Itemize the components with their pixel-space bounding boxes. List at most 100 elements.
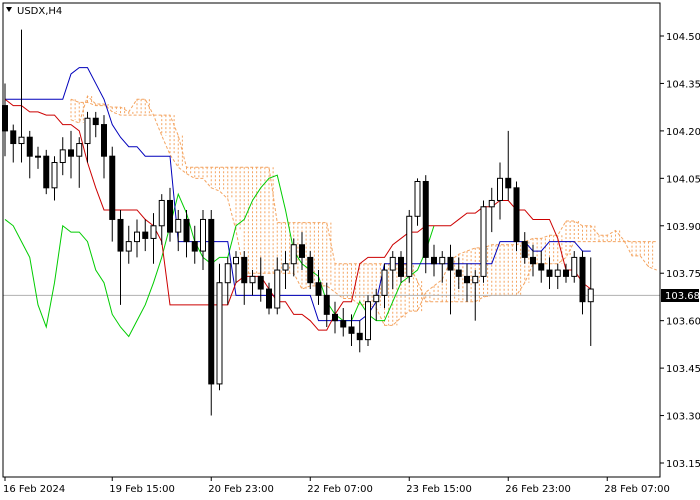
candle: [299, 232, 305, 271]
y-tick-label: 104.05: [666, 174, 700, 185]
candle: [505, 130, 512, 201]
candle-body: [356, 332, 363, 341]
candle: [365, 295, 371, 346]
candle: [538, 251, 545, 283]
candle-body: [183, 218, 190, 243]
candle-body: [290, 244, 297, 265]
candle: [18, 29, 25, 163]
candle-body: [422, 180, 429, 258]
candle: [68, 130, 74, 179]
candle-body: [92, 117, 99, 126]
y-tick-label: 104.35: [666, 79, 700, 90]
candle-body: [381, 269, 388, 296]
candle: [35, 146, 41, 169]
candle: [208, 209, 215, 416]
chart-root: 104.50 104.35 104.20 104.05 103.90 103.75 103.…: [0, 0, 700, 500]
candle-body: [134, 231, 140, 243]
candle: [356, 320, 363, 353]
x-tick-label: 23 Feb 15:00: [406, 484, 472, 495]
candle-body: [431, 256, 437, 265]
candle: [109, 146, 116, 242]
candle-body: [323, 294, 330, 315]
symbol-header: USDX,H4: [6, 6, 62, 17]
candle-body: [191, 241, 198, 252]
candle-body: [530, 256, 536, 265]
candle: [183, 209, 190, 258]
x-tick-label: 22 Feb 07:00: [307, 484, 373, 495]
candle: [249, 270, 256, 296]
candle-body: [274, 269, 281, 309]
candle: [389, 251, 396, 290]
candle: [464, 263, 470, 302]
y-tick-label: 103.45: [666, 364, 700, 375]
candle-body: [59, 149, 66, 164]
candle-body: [464, 275, 470, 284]
candle: [233, 251, 239, 283]
candle-body: [587, 288, 594, 303]
candle-body: [233, 256, 239, 265]
candle-body: [365, 301, 371, 341]
candle-body: [224, 263, 231, 284]
x-tick-label: 16 Feb 2024: [3, 484, 65, 495]
symbol-label: USDX,H4: [17, 6, 62, 17]
y-tick-label: 103.75: [666, 269, 700, 280]
candle-body: [200, 218, 206, 252]
ichimoku-chart: 104.50 104.35 104.20 104.05 103.90 103.75 103.…: [2, 2, 700, 495]
candle: [43, 149, 50, 195]
candle-body: [109, 155, 116, 220]
candle: [59, 137, 66, 176]
candle-body: [389, 256, 396, 271]
candle-body: [101, 124, 107, 157]
candle: [266, 282, 272, 315]
candle: [571, 251, 578, 283]
candle-body: [315, 282, 322, 296]
candle-body: [175, 218, 182, 233]
candle: [414, 178, 421, 226]
candle-body: [249, 275, 256, 284]
candle: [431, 244, 437, 277]
candle-body: [447, 256, 454, 271]
candle-body: [307, 256, 314, 284]
price-axis: 104.50 104.35 104.20 104.05 103.90 103.75 103.…: [660, 32, 700, 470]
x-tick-label: 26 Feb 23:00: [505, 484, 571, 495]
candle: [241, 251, 248, 305]
candle: [307, 251, 314, 290]
candle-body: [505, 177, 512, 189]
candle: [134, 219, 140, 258]
candle-body: [480, 206, 487, 277]
candle: [398, 251, 404, 283]
candle-body: [150, 225, 157, 239]
candle-body: [455, 269, 462, 277]
time-axis: 16 Feb 2024 19 Feb 15:00 20 Feb 23:00 22 Fe…: [3, 477, 670, 495]
candle: [488, 187, 495, 233]
candle-body: [563, 269, 569, 277]
dropdown-triangle-icon[interactable]: [6, 7, 12, 12]
candle: [480, 200, 487, 283]
candle: [521, 232, 528, 264]
candle-body: [406, 215, 413, 277]
candle-body: [571, 256, 578, 277]
candle: [587, 257, 594, 346]
candle: [579, 251, 586, 315]
candle: [117, 209, 124, 305]
candle-body: [373, 294, 380, 303]
candle-body: [142, 231, 149, 239]
candle-body: [472, 275, 479, 284]
candle-body: [257, 275, 264, 290]
candle-body: [332, 313, 338, 322]
candle: [150, 213, 157, 264]
candle: [340, 308, 347, 337]
candle-body: [521, 241, 528, 258]
candle: [26, 130, 33, 179]
candle: [563, 263, 569, 283]
y-tick-label: 104.20: [666, 127, 700, 138]
candle: [455, 257, 462, 290]
price-marker: 103.68: [661, 289, 700, 302]
candle-body: [398, 256, 404, 277]
candle: [101, 115, 107, 179]
candle-body: [208, 218, 215, 385]
candle: [406, 209, 413, 283]
candle-body: [84, 117, 91, 145]
candle-body: [117, 218, 124, 252]
candle-body: [414, 180, 421, 217]
